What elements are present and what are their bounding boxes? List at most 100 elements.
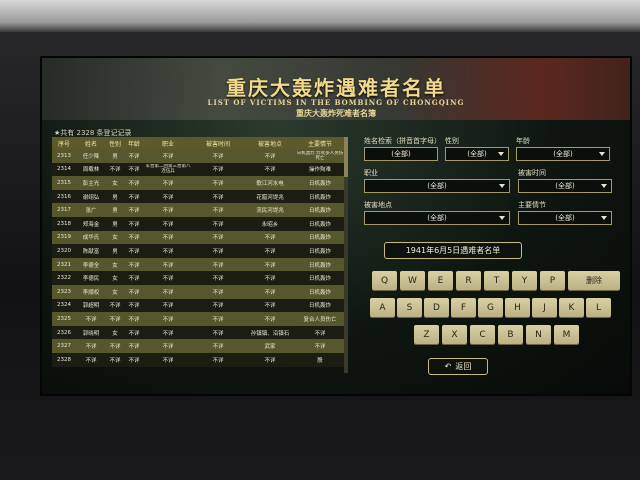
table-row[interactable]: 2314 周载林 不详 不详 军营第二团第三营第八连伍兵 不详 不详 操作殉难	[52, 162, 344, 177]
table-cell: 不详	[109, 303, 121, 310]
table-cell: 不详	[109, 316, 121, 323]
table-row[interactable]: 2325 不详 不详 不详 不详 不详 不详 复合人员伤亡	[52, 312, 344, 326]
table-row[interactable]: 2319 成华氏 女 不详 不详 不详 不详 日机轰炸	[52, 230, 344, 245]
name-search-field[interactable]: (全部)	[364, 147, 438, 161]
table-cell: 不详	[264, 167, 276, 174]
time-select[interactable]: (全部)	[518, 179, 612, 193]
table-cell: 不详	[212, 208, 224, 215]
table-row[interactable]: 2328 不详 不详 不详 不详 不详 不详殷	[52, 352, 344, 367]
keyboard-key[interactable]: G	[478, 298, 503, 317]
table-cell: 郑海金	[82, 221, 100, 228]
table-cell: 日机轰炸	[308, 248, 331, 255]
place-select[interactable]: (全部)	[364, 211, 510, 225]
keyboard-key[interactable]: Y	[512, 271, 537, 290]
table-cell: 不详	[264, 262, 276, 269]
table-cell: 不详	[264, 316, 276, 323]
table-scrollbar[interactable]	[344, 137, 348, 373]
date-list-button[interactable]: 1941年6月5日遇难者名单	[384, 242, 522, 259]
table-cell: 彭主光	[82, 180, 100, 187]
table-row[interactable]: 2323 李顺权 女 不详 不详 不详 不详 日机轰炸	[52, 284, 344, 299]
table-cell: 2326	[57, 329, 71, 336]
place-value: (全部)	[427, 214, 447, 222]
table-cell: 不详	[264, 303, 276, 310]
table-cell: 2322	[57, 275, 71, 282]
table-row[interactable]: 2320 陈献富 男 不详 不详 不详 不详 日机轰炸	[52, 244, 344, 258]
table-cell: 操作殉难	[308, 167, 331, 174]
job-select[interactable]: (全部)	[364, 179, 510, 193]
table-cell: 不详	[212, 167, 224, 174]
plot-value: (全部)	[555, 214, 575, 222]
table-cell: 男	[112, 221, 118, 228]
table-cell: 日机轰炸	[308, 221, 331, 228]
table-cell: 永昭乡	[261, 221, 279, 228]
keyboard-key[interactable]: N	[526, 325, 551, 344]
table-row[interactable]: 2318 郑海金 男 不详 不详 不详 永昭乡 日机轰炸	[52, 216, 344, 231]
scrollbar-thumb[interactable]	[344, 137, 348, 177]
table-row[interactable]: 2317 张广 男 不详 不详 不详 流民河堤兆 日机轰炸	[52, 203, 344, 217]
keyboard-key[interactable]: M	[554, 325, 579, 344]
table-cell: 女	[112, 180, 118, 187]
keyboard-key[interactable]: D	[424, 298, 449, 317]
keyboard-key[interactable]: Z	[414, 325, 439, 344]
back-button[interactable]: ↶ 返回	[428, 358, 488, 375]
keyboard-key[interactable]: W	[400, 271, 425, 290]
table-row[interactable]: 2324 郭超明 不详 不详 不详 不详 不详 日机轰炸	[52, 298, 344, 313]
table-cell: 不详	[109, 167, 121, 174]
keyboard-key[interactable]: S	[397, 298, 422, 317]
table-cell: 任少降	[82, 153, 100, 160]
keyboard-key[interactable]: J	[532, 298, 557, 317]
table-cell: 不详	[162, 344, 174, 351]
table-row[interactable]: 2322 李德民 女 不详 不详 不详 不详 日机轰炸	[52, 271, 344, 285]
table-cell: 不详	[264, 289, 276, 296]
table-cell: 2327	[57, 343, 71, 350]
keyboard-key[interactable]: Q	[372, 271, 397, 290]
age-select[interactable]: (全部)	[516, 147, 610, 161]
table-cell: 不详	[128, 235, 140, 242]
kiosk-screen: 重庆大轰炸遇难者名单 LIST OF VICTIMS IN THE BOMBIN…	[40, 56, 632, 396]
keyboard-key[interactable]: F	[451, 298, 476, 317]
table-cell: 不详	[212, 316, 224, 323]
keyboard-key[interactable]: K	[559, 298, 584, 317]
col-header-name: 姓名	[84, 140, 97, 148]
keyboard-key[interactable]: A	[370, 298, 395, 317]
table-row[interactable]: 2313 任少降 男 不详 不详 不详 不详 日机轰炸 炸死多人另伤死亡	[52, 149, 344, 163]
table-cell: 2317	[57, 207, 71, 214]
table-cell: 2323	[57, 288, 71, 295]
table-cell: 不详	[109, 357, 121, 364]
plot-select[interactable]: (全部)	[518, 211, 612, 225]
table-cell: 不详	[212, 289, 224, 296]
table-row[interactable]: 2326 郭晓明 女 不详 不详 不详 孙镇镇、沿镇石 不详	[52, 325, 344, 340]
page-title: 重庆大轰炸遇难者名单	[226, 76, 446, 100]
table-cell: 不详	[212, 357, 224, 364]
keyboard-key[interactable]: H	[505, 298, 530, 317]
keyboard-key[interactable]: E	[428, 271, 453, 290]
keyboard-key[interactable]: B	[498, 325, 523, 344]
table-cell: 不详	[212, 235, 224, 242]
keyboard-key[interactable]: X	[442, 325, 467, 344]
table-cell: 不详	[128, 276, 140, 283]
table-cell: 不详	[128, 194, 140, 201]
table-cell: 郭超明	[82, 303, 100, 310]
table-row[interactable]: 2315 彭主光 女 不详 不详 不详 歌江河水电 日机轰炸	[52, 176, 344, 190]
table-row[interactable]: 2316 谢翊弘 男 不详 不详 不详 花腊河堤兆 日机轰炸	[52, 189, 344, 204]
table-cell: 不详	[128, 208, 140, 215]
keyboard-key[interactable]: C	[470, 325, 495, 344]
table-cell: 不详	[212, 344, 224, 351]
keyboard-key[interactable]: L	[586, 298, 611, 317]
plot-label: 主要情节	[518, 201, 546, 209]
table-cell: 军营第二团第三营第八连伍兵	[145, 164, 191, 175]
chevron-down-icon	[499, 184, 505, 188]
table-row[interactable]: 2327 不详 不详 不详 不详 不详 武家 不详	[52, 339, 344, 353]
keyboard-key[interactable]: P	[540, 271, 565, 290]
keyboard-key[interactable]: T	[484, 271, 509, 290]
table-cell: 2318	[57, 220, 71, 227]
keyboard-key[interactable]: R	[456, 271, 481, 290]
table-cell: 日机轰炸	[308, 194, 331, 201]
table-cell: 不详	[212, 330, 224, 337]
delete-key[interactable]: 删除	[568, 271, 620, 290]
table-cell: 日机轰炸	[308, 262, 331, 269]
table-cell: 成华氏	[82, 235, 100, 242]
gender-select[interactable]: (全部)	[445, 147, 509, 161]
table-cell: 孙镇镇、沿镇石	[250, 330, 290, 337]
table-row[interactable]: 2321 李德全 女 不详 不详 不详 不详 日机轰炸	[52, 257, 344, 272]
